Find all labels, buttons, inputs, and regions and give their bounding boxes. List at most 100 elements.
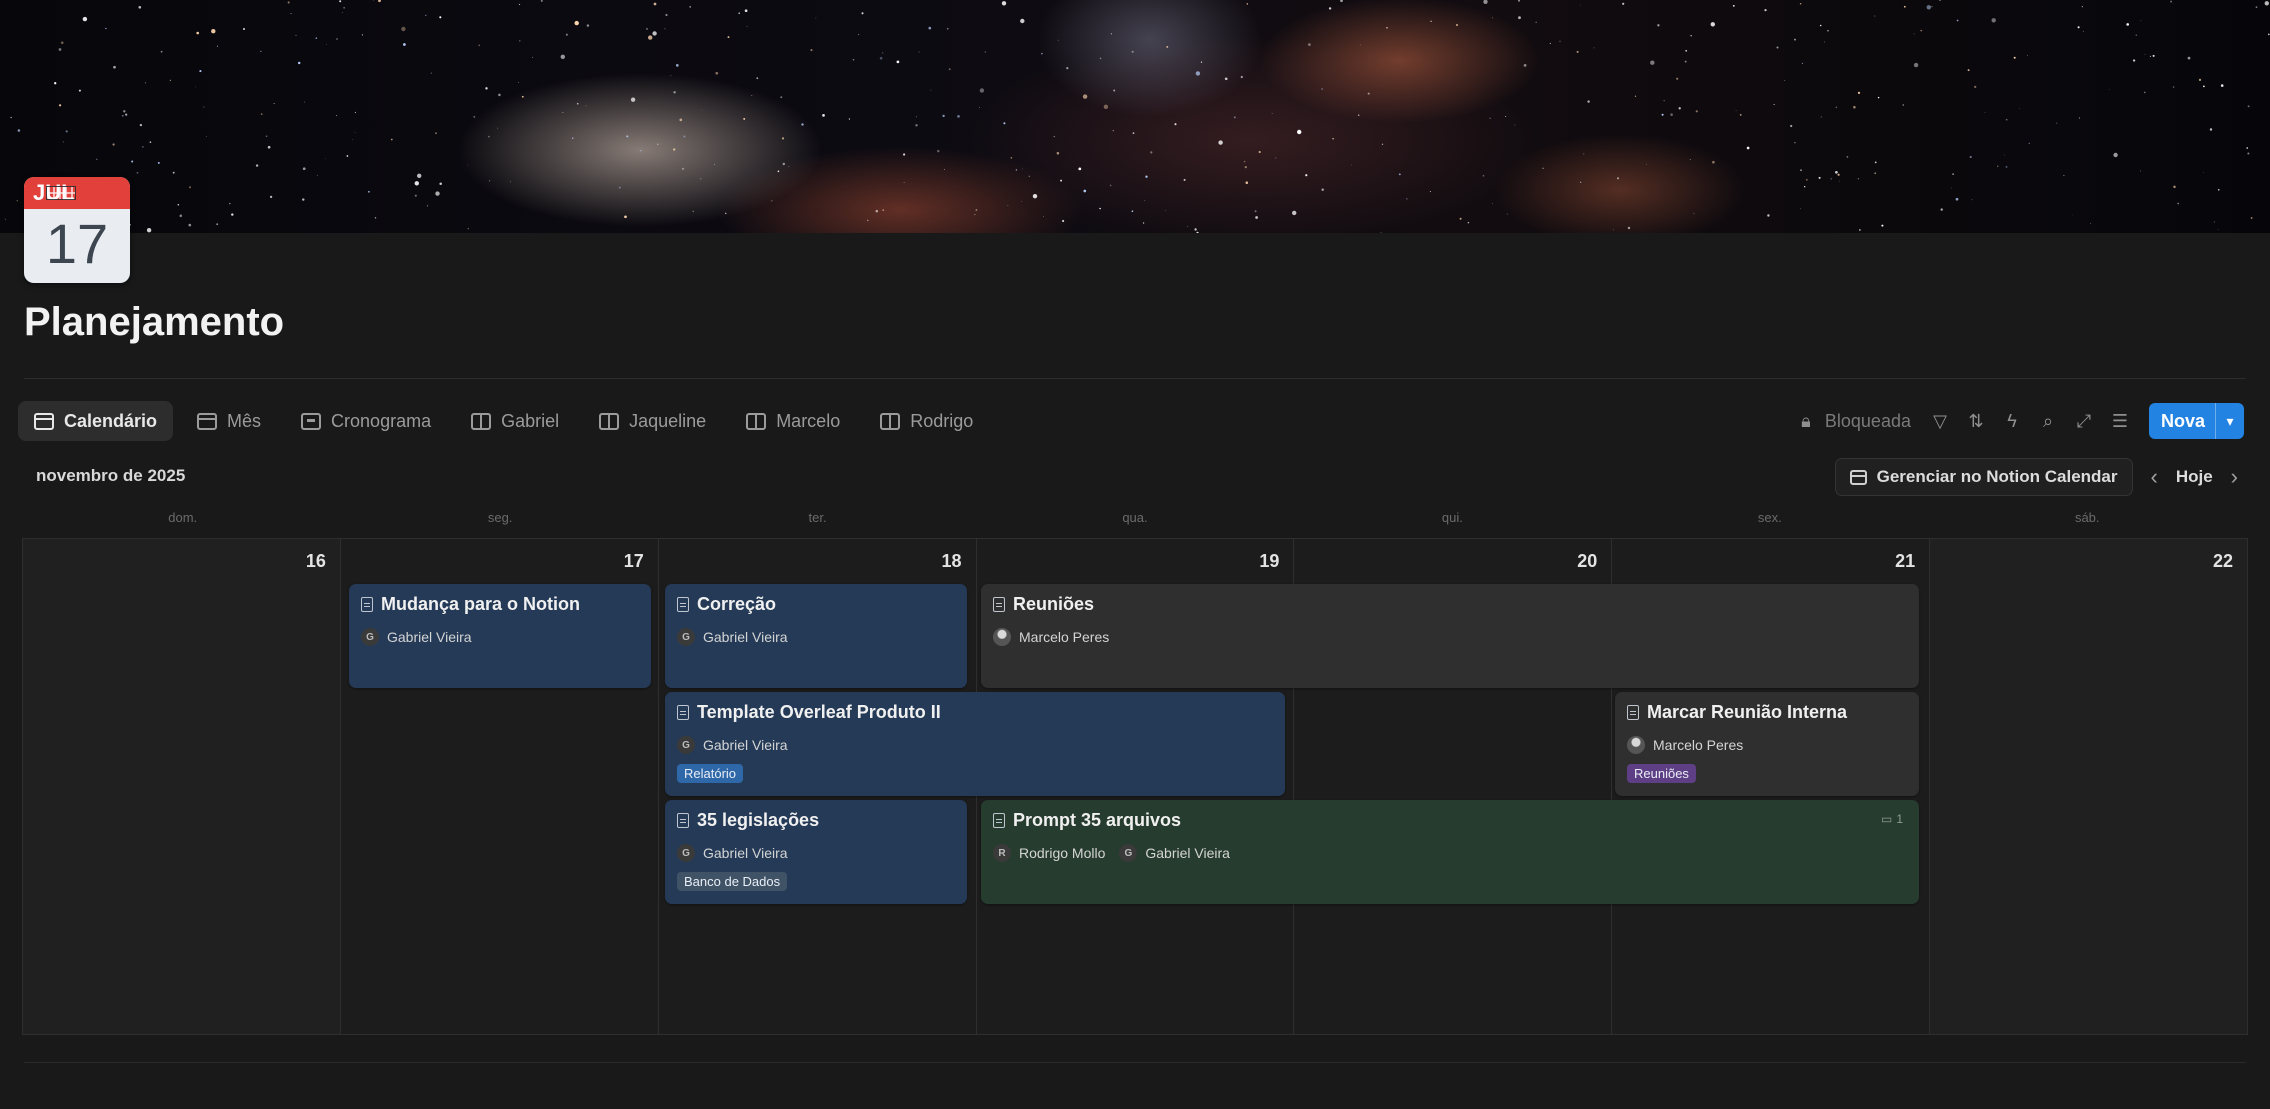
cover-star bbox=[2109, 89, 2110, 90]
cover-star bbox=[1340, 0, 1343, 3]
tab-label: Jaqueline bbox=[629, 410, 707, 431]
event-card[interactable]: Marcar Reunião Interna Marcelo Peres Reu… bbox=[1615, 692, 1919, 796]
cover-star bbox=[780, 96, 783, 99]
cover-star bbox=[157, 161, 160, 164]
cover-star bbox=[519, 3, 521, 6]
page-icon-calendar[interactable]: JUL 17 bbox=[24, 177, 130, 283]
page-title[interactable]: Planejamento bbox=[24, 300, 284, 345]
automation-icon[interactable]: ϟ bbox=[2001, 410, 2023, 432]
cover-star bbox=[1078, 167, 1082, 171]
assignee-name: Gabriel Vieira bbox=[703, 737, 788, 753]
filter-icon[interactable]: ▽ bbox=[1929, 410, 1951, 432]
manage-in-notion-calendar-button[interactable]: Gerenciar no Notion Calendar bbox=[1834, 458, 2133, 496]
today-button[interactable]: Hoje bbox=[2176, 467, 2213, 487]
cover-star bbox=[1041, 52, 1043, 55]
cover-star bbox=[1243, 160, 1246, 163]
cover-star bbox=[1367, 92, 1370, 95]
cover-star bbox=[1110, 33, 1112, 35]
page-cover-image[interactable] bbox=[0, 0, 2270, 233]
cover-star bbox=[1380, 231, 1382, 233]
cover-star bbox=[113, 65, 116, 69]
event-title-row: Correção bbox=[677, 592, 957, 616]
tab-jaqueline[interactable]: Jaqueline bbox=[583, 401, 722, 441]
assignee: G Gabriel Vieira bbox=[677, 844, 788, 862]
tab-cronograma[interactable]: Cronograma bbox=[285, 401, 447, 441]
chevron-right-icon[interactable]: › bbox=[2225, 464, 2244, 490]
tab-mes[interactable]: Mês bbox=[181, 401, 277, 441]
cover-star bbox=[1028, 175, 1031, 178]
assignee-name: Gabriel Vieira bbox=[703, 629, 788, 645]
event-card[interactable]: Prompt 35 arquivos ▭ 1 R Rodrigo Mollo G… bbox=[981, 800, 1919, 904]
locked-label: Bloqueada bbox=[1824, 410, 1911, 431]
sort-icon[interactable]: ⇅ bbox=[1965, 410, 1987, 432]
weekday-label: ter. bbox=[808, 510, 827, 525]
cover-star bbox=[2063, 174, 2065, 177]
event-card[interactable]: 35 legislações G Gabriel Vieira Banco de… bbox=[665, 800, 967, 904]
expand-icon[interactable]: ⤢ bbox=[2073, 410, 2095, 432]
cover-star bbox=[1835, 170, 1838, 174]
cover-star bbox=[1920, 29, 1922, 32]
settings-icon[interactable]: ☰ bbox=[2109, 410, 2131, 432]
cover-star bbox=[2013, 56, 2016, 59]
event-card[interactable]: Template Overleaf Produto II G Gabriel V… bbox=[665, 692, 1285, 796]
cover-star bbox=[509, 181, 512, 183]
cover-star bbox=[1676, 77, 1679, 80]
cover-star bbox=[562, 112, 564, 113]
calendar-events: Mudança para o Notion G Gabriel Vieira C… bbox=[22, 538, 2248, 1035]
locked-indicator[interactable]: 🔒︎ Bloqueada bbox=[1795, 410, 1911, 432]
chevron-left-icon[interactable]: ‹ bbox=[2145, 464, 2164, 490]
cover-star bbox=[211, 29, 216, 34]
cover-star bbox=[679, 118, 683, 122]
cover-star bbox=[1764, 8, 1767, 12]
table-icon bbox=[746, 412, 767, 430]
cover-star bbox=[1183, 178, 1186, 181]
cover-star bbox=[315, 37, 318, 39]
new-button[interactable]: Nova ▾ bbox=[2148, 403, 2244, 439]
cover-star bbox=[1971, 199, 1973, 201]
cover-star bbox=[177, 204, 180, 206]
calendar-icon bbox=[34, 412, 54, 430]
tab-label: Mês bbox=[227, 410, 262, 431]
search-icon[interactable]: ⌕ bbox=[2037, 410, 2059, 432]
cover-star bbox=[1010, 157, 1012, 159]
event-title: Prompt 35 arquivos bbox=[1013, 809, 1182, 830]
cover-star bbox=[1083, 189, 1087, 193]
cover-star bbox=[645, 27, 649, 30]
cover-star bbox=[188, 223, 192, 227]
cover-star bbox=[65, 130, 68, 133]
cover-star bbox=[1661, 113, 1664, 116]
cover-star bbox=[267, 145, 271, 149]
cover-star bbox=[585, 105, 587, 107]
cover-star bbox=[852, 59, 855, 61]
cover-star bbox=[2202, 171, 2204, 173]
tab-rodrigo[interactable]: Rodrigo bbox=[864, 401, 989, 441]
cover-star bbox=[1874, 172, 1877, 175]
cover-star bbox=[1144, 200, 1146, 202]
cover-star bbox=[2217, 188, 2220, 191]
chevron-down-icon[interactable]: ▾ bbox=[2215, 403, 2244, 439]
cover-star bbox=[1218, 140, 1223, 145]
cover-star bbox=[692, 210, 695, 213]
cover-star bbox=[1131, 50, 1134, 53]
page-icon bbox=[1627, 704, 1639, 720]
event-card[interactable]: Correção G Gabriel Vieira bbox=[665, 584, 967, 688]
tab-gabriel[interactable]: Gabriel bbox=[455, 401, 575, 441]
cover-star bbox=[229, 202, 231, 205]
cover-star bbox=[1132, 132, 1135, 134]
new-button-label[interactable]: Nova bbox=[2149, 403, 2215, 439]
cover-star bbox=[2255, 6, 2258, 8]
tab-marcelo[interactable]: Marcelo bbox=[730, 401, 856, 441]
tab-calendario[interactable]: Calendário bbox=[18, 401, 174, 441]
cover-star bbox=[144, 82, 147, 84]
cover-star bbox=[1685, 49, 1688, 52]
cover-star bbox=[1020, 18, 1025, 24]
cover-star bbox=[1794, 141, 1796, 144]
cover-star bbox=[401, 26, 406, 32]
cover-star bbox=[2173, 185, 2176, 189]
cover-star bbox=[1542, 167, 1544, 169]
event-card[interactable]: Reuniões Marcelo Peres bbox=[981, 584, 1919, 688]
cover-star bbox=[2170, 0, 2173, 3]
event-title-row: Reuniões bbox=[993, 592, 1909, 616]
event-card[interactable]: Mudança para o Notion G Gabriel Vieira bbox=[349, 584, 651, 688]
cover-star bbox=[1099, 207, 1101, 210]
